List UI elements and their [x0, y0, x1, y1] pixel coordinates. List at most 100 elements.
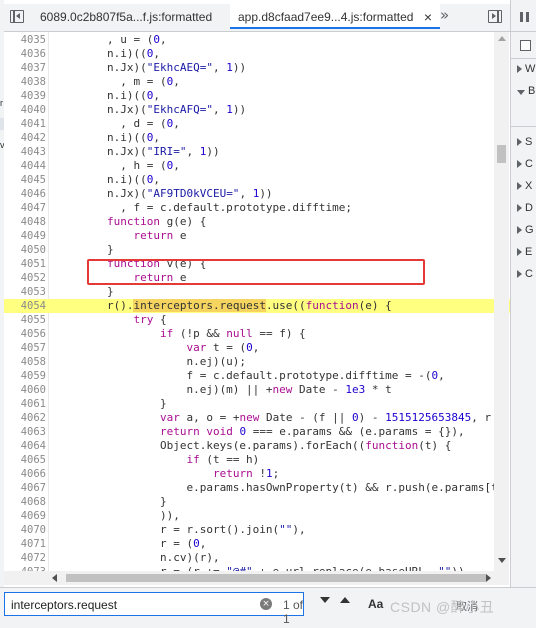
line-number[interactable]: 4038 [4, 75, 46, 89]
scroll-left-icon[interactable] [52, 574, 57, 582]
line-number[interactable]: 4071 [4, 537, 46, 551]
code-line[interactable]: 4044 , h = (0, [4, 159, 510, 173]
line-number[interactable]: 4041 [4, 117, 46, 131]
line-number[interactable]: 4061 [4, 397, 46, 411]
code-line[interactable]: 4066 return !1; [4, 467, 510, 481]
line-number[interactable]: 4045 [4, 173, 46, 187]
line-number[interactable]: 4064 [4, 439, 46, 453]
code-line[interactable]: 4046 n.Jx)("AF9TD0kVCEU=", 1)) [4, 187, 510, 201]
previous-match-icon[interactable] [340, 597, 350, 603]
horizontal-scrollbar[interactable] [4, 571, 494, 585]
line-number[interactable]: 4057 [4, 341, 46, 355]
line-number[interactable]: 4046 [4, 187, 46, 201]
checkbox[interactable] [520, 40, 531, 51]
line-number[interactable]: 4066 [4, 467, 46, 481]
line-number[interactable]: 4070 [4, 523, 46, 537]
toggle-navigator-icon[interactable] [10, 10, 24, 23]
line-number[interactable]: 4039 [4, 89, 46, 103]
line-number[interactable]: 4056 [4, 327, 46, 341]
toggle-debugger-icon[interactable] [488, 10, 502, 23]
line-number[interactable]: 4050 [4, 243, 46, 257]
code-line[interactable]: 4036 n.i)((0, [4, 47, 510, 61]
line-number[interactable]: 4037 [4, 61, 46, 75]
line-number[interactable]: 4069 [4, 509, 46, 523]
code-line[interactable]: 4065 if (t == h) [4, 453, 510, 467]
code-line[interactable]: 4070 r = r.sort().join(""), [4, 523, 510, 537]
code-line[interactable]: 4047 , f = c.default.prototype.difftime; [4, 201, 510, 215]
code-line[interactable]: 4040 n.Jx)("EkhcAFQ=", 1)) [4, 103, 510, 117]
scrollbar-thumb[interactable] [66, 574, 486, 582]
line-number[interactable]: 4042 [4, 131, 46, 145]
code-line[interactable]: 4055 try { [4, 313, 510, 327]
sidebar-section[interactable]: B [517, 85, 535, 97]
code-line[interactable]: 4064 Object.keys(e.params).forEach((func… [4, 439, 510, 453]
tab-overflow-icon[interactable]: » [440, 6, 449, 24]
sidebar-section[interactable]: C [517, 268, 533, 280]
code-line[interactable]: 4072 n.cv)(r), [4, 551, 510, 565]
code-line[interactable]: 4061 } [4, 397, 510, 411]
code-line[interactable]: 4054 r().interceptors.request.use((funct… [4, 299, 510, 313]
clear-search-icon[interactable]: × [260, 598, 272, 610]
code-line[interactable]: 4069 )), [4, 509, 510, 523]
line-number[interactable]: 4048 [4, 215, 46, 229]
code-editor[interactable]: 4035 , u = (0, 4036 n.i)((0, 4037 n.Jx)("E… [4, 32, 510, 585]
code-line[interactable]: 4045 n.i)((0, [4, 173, 510, 187]
line-number[interactable]: 4053 [4, 285, 46, 299]
search-field[interactable]: × 1 of 1 [4, 592, 304, 626]
code-line[interactable]: 4042 n.i)((0, [4, 131, 510, 145]
code-line[interactable]: 4043 n.Jx)("IRI=", 1)) [4, 145, 510, 159]
sidebar-section[interactable]: E [517, 246, 532, 258]
code-line[interactable]: 4071 r = (0, [4, 537, 510, 551]
sidebar-section[interactable]: C [517, 158, 533, 170]
code-line[interactable]: 4050 } [4, 243, 510, 257]
line-number[interactable]: 4052 [4, 271, 46, 285]
scroll-right-icon[interactable] [486, 574, 491, 582]
code-line[interactable]: 4048 function g(e) { [4, 215, 510, 229]
code-line[interactable]: 4057 var t = (0, [4, 341, 510, 355]
line-number[interactable]: 4058 [4, 355, 46, 369]
line-number[interactable]: 4035 [4, 33, 46, 47]
close-tab-icon[interactable]: × [424, 4, 432, 31]
line-number[interactable]: 4040 [4, 103, 46, 117]
code-line[interactable]: 4038 , m = (0, [4, 75, 510, 89]
line-number[interactable]: 4047 [4, 201, 46, 215]
search-input[interactable] [9, 595, 253, 615]
line-number[interactable]: 4043 [4, 145, 46, 159]
tab-file-app[interactable]: app.d8cfaad7ee9...4.js:formatted × [230, 4, 440, 29]
line-number[interactable]: 4060 [4, 383, 46, 397]
vertical-scrollbar[interactable] [494, 32, 509, 585]
sidebar-section[interactable]: G [517, 224, 534, 236]
code-line[interactable]: 4059 f = c.default.prototype.difftime = … [4, 369, 510, 383]
next-match-icon[interactable] [320, 597, 330, 603]
code-line[interactable]: 4068 } [4, 495, 510, 509]
line-number[interactable]: 4044 [4, 159, 46, 173]
code-line[interactable]: 4041 , d = (0, [4, 117, 510, 131]
code-line[interactable]: 4063 return void 0 === e.params && (e.pa… [4, 425, 510, 439]
code-line[interactable]: 4037 n.Jx)("EkhcAEQ=", 1)) [4, 61, 510, 75]
line-number[interactable]: 4059 [4, 369, 46, 383]
pause-icon[interactable] [520, 12, 523, 22]
line-number[interactable]: 4055 [4, 313, 46, 327]
scrollbar-thumb[interactable] [497, 145, 506, 163]
line-number[interactable]: 4072 [4, 551, 46, 565]
scroll-down-icon[interactable] [498, 558, 506, 563]
line-number[interactable]: 4051 [4, 257, 46, 271]
line-number[interactable]: 4054 [4, 299, 46, 313]
scroll-up-icon[interactable] [498, 36, 506, 41]
code-line[interactable]: 4056 if (!p && null == f) { [4, 327, 510, 341]
sidebar-section[interactable]: D [517, 202, 533, 214]
code-line[interactable]: 4053 } [4, 285, 510, 299]
tab-file-6089[interactable]: 6089.0c2b807f5a...f.js:formatted [40, 4, 230, 31]
sidebar-section[interactable]: S [517, 136, 532, 148]
code-line[interactable]: 4067 e.params.hasOwnProperty(t) && r.pus… [4, 481, 510, 495]
sidebar-section[interactable]: W [517, 63, 535, 75]
code-line[interactable]: 4058 n.ej)(u); [4, 355, 510, 369]
line-number[interactable]: 4067 [4, 481, 46, 495]
line-number[interactable]: 4049 [4, 229, 46, 243]
sidebar-section[interactable]: X [517, 180, 532, 192]
line-number[interactable]: 4062 [4, 411, 46, 425]
code-line[interactable]: 4062 var a, o = +new Date - (f || 0) - 1… [4, 411, 510, 425]
line-number[interactable]: 4065 [4, 453, 46, 467]
match-case-button[interactable]: Aa [368, 597, 383, 611]
line-number[interactable]: 4036 [4, 47, 46, 61]
